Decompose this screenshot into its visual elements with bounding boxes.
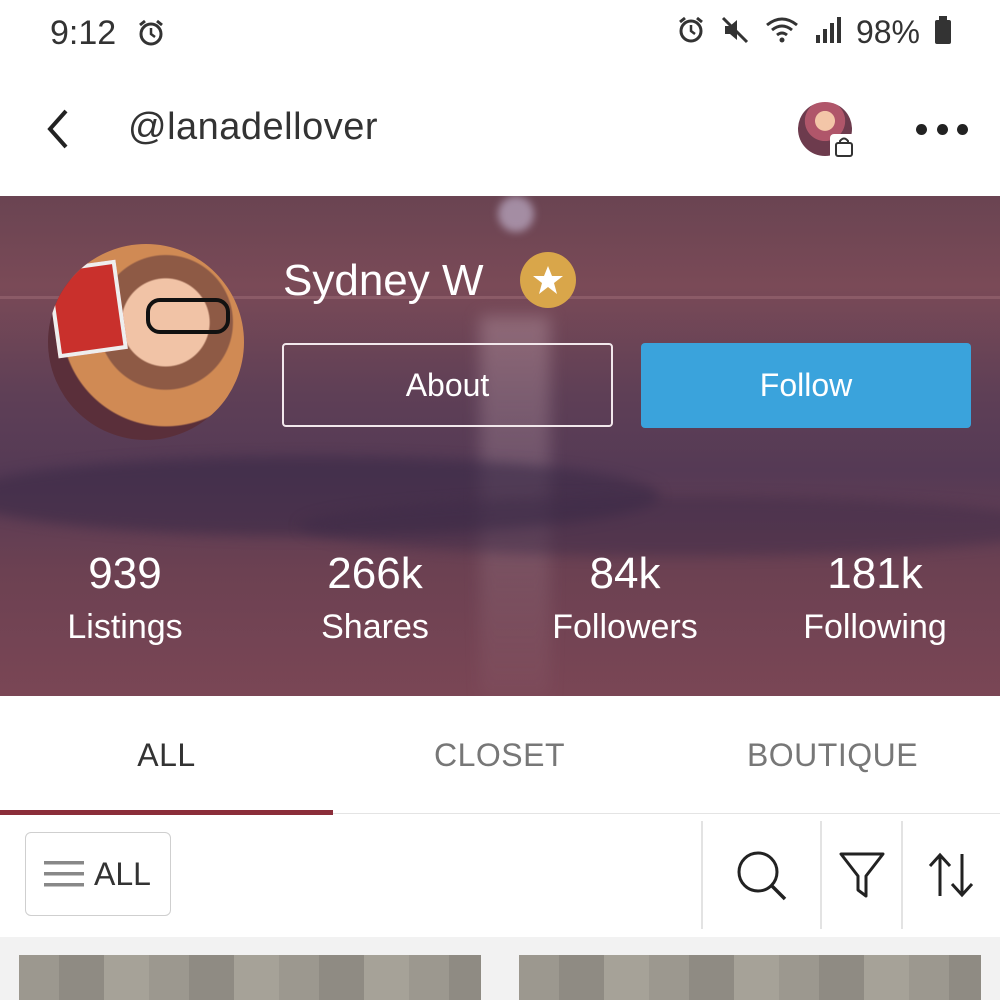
follow-button[interactable]: Follow (641, 343, 971, 428)
avatar-poster (48, 259, 128, 359)
all-filter-button[interactable]: ALL (25, 832, 171, 916)
stat-followers[interactable]: 84k Followers (500, 546, 750, 652)
page-title: @lanadellover (128, 106, 378, 148)
all-filter-label: ALL (94, 855, 151, 892)
status-icons: 98% (676, 14, 952, 51)
more-icon-dot (916, 123, 927, 135)
stat-label: Listings (67, 608, 183, 646)
filter-icon (839, 852, 885, 898)
listing-grid (0, 937, 1000, 1000)
status-bar: 9:12 98% (0, 0, 1000, 70)
divider (901, 821, 903, 929)
sort-icon (928, 852, 974, 898)
closet-tabs: ALL CLOSET BOUTIQUE (0, 696, 1000, 814)
sort-button[interactable] (921, 845, 981, 905)
back-button[interactable] (38, 106, 78, 152)
profile-cover: Sydney W About Follow 939 Listings 266k … (0, 196, 1000, 696)
tab-boutique[interactable]: BOUTIQUE (666, 696, 999, 814)
shopping-bag-icon (830, 134, 858, 160)
battery-icon (934, 15, 952, 50)
stat-listings[interactable]: 939 Listings (0, 546, 250, 652)
profile-stats: 939 Listings 266k Shares 84k Followers 1… (0, 546, 1000, 652)
search-icon (737, 851, 787, 901)
divider (820, 821, 822, 929)
more-icon-dot (957, 123, 968, 135)
listing-card[interactable] (519, 955, 981, 1000)
alarm-icon (676, 15, 706, 50)
alarm-icon (136, 18, 166, 53)
avatar-glasses (146, 298, 230, 334)
menu-icon (44, 861, 84, 887)
stat-value: 939 (88, 549, 162, 598)
stat-following[interactable]: 181k Following (750, 546, 1000, 652)
filter-button[interactable] (832, 845, 892, 905)
stat-value: 181k (827, 549, 923, 598)
profile-name: Sydney W (283, 256, 484, 305)
more-options-button[interactable] (916, 114, 968, 144)
stat-value: 84k (589, 549, 661, 598)
stat-label: Following (803, 608, 947, 646)
divider (701, 821, 703, 929)
wifi-icon (764, 15, 800, 50)
back-icon (47, 109, 68, 149)
battery-percent: 98% (855, 14, 920, 50)
more-icon-dot (936, 123, 948, 135)
cover-sun (498, 196, 534, 232)
tab-all[interactable]: ALL (0, 696, 333, 814)
signal-icon (814, 15, 842, 50)
listing-card[interactable] (19, 955, 481, 1000)
stat-label: Shares (321, 608, 429, 646)
star-icon[interactable] (520, 252, 576, 308)
tab-closet[interactable]: CLOSET (333, 696, 666, 814)
stat-label: Followers (552, 608, 698, 646)
status-time: 9:12 (50, 14, 117, 52)
stat-value: 266k (327, 549, 423, 598)
mute-icon (720, 15, 750, 50)
filter-bar: ALL (0, 815, 1000, 937)
avatar[interactable] (48, 244, 244, 440)
app-header: @lanadellover (0, 70, 1000, 196)
stat-shares[interactable]: 266k Shares (250, 546, 500, 652)
about-button[interactable]: About (282, 343, 613, 427)
search-button[interactable] (731, 845, 791, 905)
